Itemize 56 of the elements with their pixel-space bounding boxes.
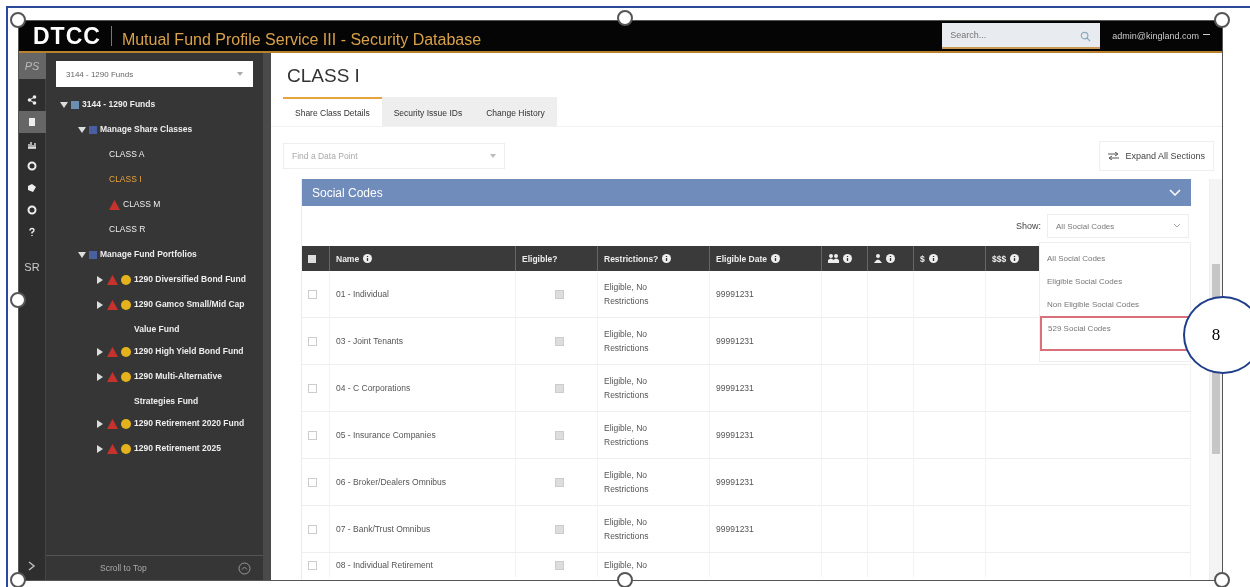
menu-option[interactable]: Eligible Social Codes bbox=[1040, 270, 1191, 293]
user-menu[interactable]: admin@kingland.com bbox=[1100, 31, 1222, 41]
menu-option[interactable]: All Social Codes bbox=[1040, 247, 1191, 270]
callout-tooltip: 8 bbox=[1183, 296, 1250, 374]
column-label: Eligible? bbox=[522, 253, 558, 264]
table-cell-text: Eligible, No Restrictions bbox=[604, 422, 650, 449]
table-cell-text: Eligible, No bbox=[604, 559, 648, 572]
search-field[interactable]: Search... bbox=[942, 23, 1101, 49]
table-cell: 99991231 bbox=[716, 383, 754, 393]
tree-item[interactable]: Manage Share Classes bbox=[100, 117, 193, 142]
table-cell-text: Eligible, No Restrictions bbox=[604, 469, 650, 496]
tree-item[interactable]: CLASS M bbox=[123, 192, 161, 217]
table-cell-text: Eligible, No Restrictions bbox=[604, 375, 650, 402]
column-label: Eligible Date bbox=[716, 253, 767, 264]
section-title: Social Codes bbox=[312, 185, 383, 200]
column-label: Restrictions? bbox=[604, 253, 659, 264]
table-cell: 99991231 bbox=[716, 430, 754, 440]
tree-item[interactable]: CLASS I bbox=[109, 167, 142, 192]
tab[interactable]: Security Issue IDs bbox=[381, 97, 475, 126]
table-cell-text: Eligible, No Restrictions bbox=[604, 328, 650, 355]
tree-item[interactable]: 1290 Gamco Small/Mid Cap Value Fund bbox=[134, 292, 252, 342]
table-cell: 07 - Bank/Trust Omnibus bbox=[336, 524, 431, 534]
table-cell: 05 - Insurance Companies bbox=[336, 430, 436, 440]
table-cell: 08 - Individual Retirement bbox=[336, 560, 433, 570]
table-cell: 99991231 bbox=[716, 336, 754, 346]
scroll-to-top-link[interactable]: Scroll to Top bbox=[94, 562, 153, 574]
table-cell: 03 - Joint Tenants bbox=[336, 336, 403, 346]
filter-select[interactable]: All Social Codes bbox=[1047, 214, 1190, 238]
tree-item[interactable]: 1290 Retirement 2025 bbox=[134, 436, 221, 461]
tree-item[interactable]: 1290 Diversified Bond Fund bbox=[134, 267, 246, 292]
tree-item[interactable]: CLASS R bbox=[109, 217, 146, 242]
column-label: $ bbox=[920, 253, 925, 264]
column-label: Name bbox=[336, 253, 360, 264]
expand-all-button[interactable]: Expand All Sections bbox=[1099, 141, 1214, 171]
tab[interactable]: Change History bbox=[474, 97, 557, 126]
table-cell-text: Eligible, No Restrictions bbox=[604, 281, 650, 308]
table-cell-text: Eligible, No Restrictions bbox=[604, 516, 650, 543]
tree-item[interactable]: 3144 - 1290 Funds bbox=[82, 92, 156, 117]
table-cell: 99991231 bbox=[716, 524, 754, 534]
rail-label[interactable]: SR bbox=[24, 261, 40, 273]
fund-select[interactable]: 3144 - 1290 Funds bbox=[56, 61, 253, 87]
table-cell: 01 - Individual bbox=[336, 289, 389, 299]
tree-item[interactable]: Manage Fund Portfolios bbox=[100, 242, 197, 267]
table-cell: 99991231 bbox=[716, 477, 754, 487]
logo: DTCC bbox=[33, 22, 101, 50]
tree-item[interactable]: CLASS A bbox=[109, 142, 145, 167]
column-label: $$$ bbox=[992, 253, 1007, 264]
table-cell: 04 - C Corporations bbox=[336, 383, 411, 393]
table-cell: 99991231 bbox=[716, 289, 754, 299]
tree-item[interactable]: 1290 Multi-Alternative Strategies Fund bbox=[134, 364, 252, 414]
app-title: Mutual Fund Profile Service III - Security Database bbox=[121, 31, 482, 49]
tree-item[interactable]: 1290 Retirement 2020 Fund bbox=[134, 411, 245, 436]
show-label: Show: bbox=[1016, 221, 1042, 231]
page-title: CLASS I bbox=[287, 65, 361, 87]
table-cell: 06 - Broker/Dealers Omnibus bbox=[336, 477, 447, 487]
tree-item[interactable]: 1290 High Yield Bond Fund bbox=[134, 339, 244, 364]
